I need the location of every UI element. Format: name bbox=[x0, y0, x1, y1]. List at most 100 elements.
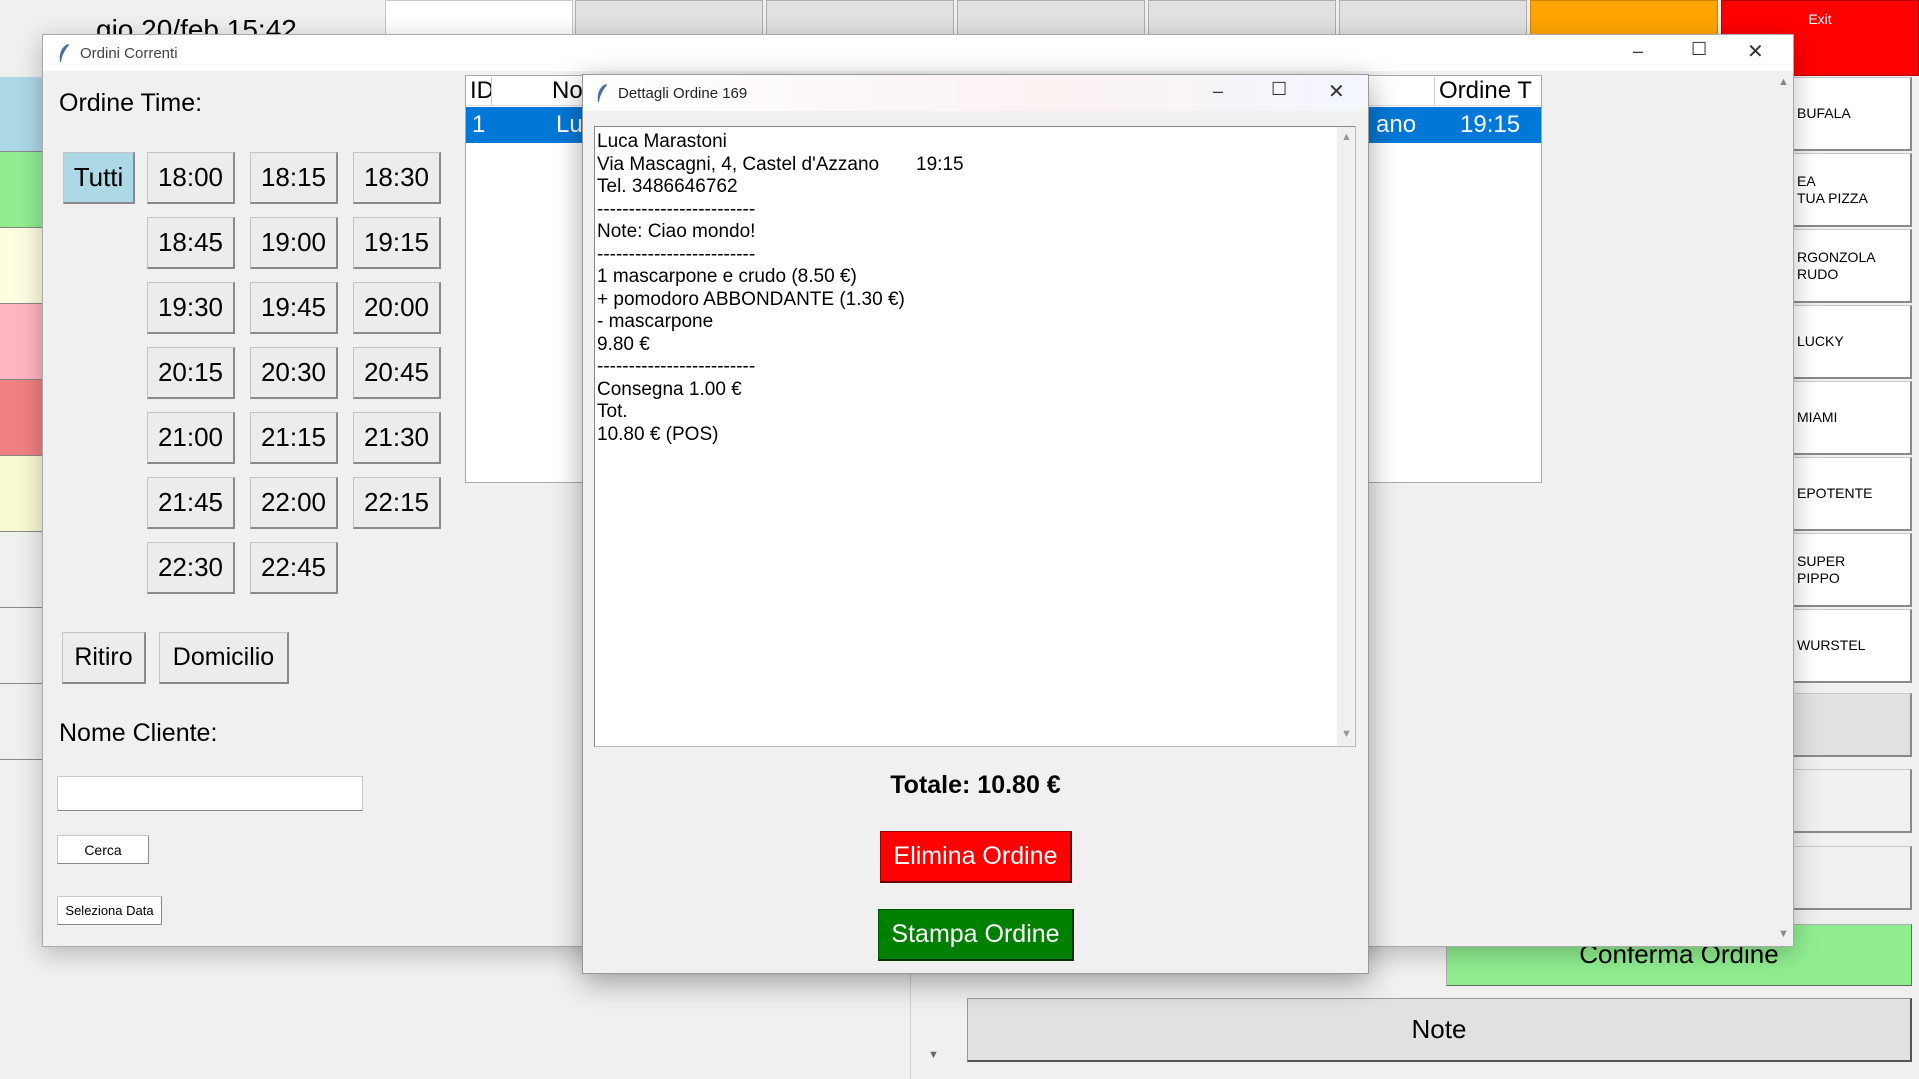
top-tab-6[interactable] bbox=[1339, 0, 1527, 36]
pizza-button-11[interactable] bbox=[1792, 846, 1912, 910]
time-button-tutti[interactable]: Tutti bbox=[63, 152, 135, 204]
time-button-1845[interactable]: 18:45 bbox=[147, 217, 235, 269]
top-tab-2[interactable] bbox=[575, 0, 763, 36]
time-button-2000[interactable]: 20:00 bbox=[353, 282, 441, 334]
order-details-text[interactable]: Luca Marastoni Via Mascagni, 4, Castel d… bbox=[594, 126, 1356, 747]
detail-item: 1 mascarpone e crudo (8.50 €) bbox=[597, 266, 857, 287]
details-scroll-up[interactable]: ▲ bbox=[1341, 131, 1352, 143]
top-tab-1[interactable] bbox=[385, 0, 573, 36]
orders-window-titlebar[interactable]: Ordini Correnti bbox=[43, 35, 1793, 71]
cerca-button[interactable]: Cerca bbox=[57, 835, 149, 864]
time-button-1900[interactable]: 19:00 bbox=[250, 217, 338, 269]
cerca-label: Cerca bbox=[84, 841, 122, 858]
pizza-button-9[interactable] bbox=[1792, 693, 1912, 757]
pizza-button-1[interactable]: BUFALA bbox=[1792, 77, 1912, 151]
orders-window-title: Ordini Correnti bbox=[80, 44, 178, 62]
time-button-2130[interactable]: 21:30 bbox=[353, 412, 441, 464]
row-time: 19:15 bbox=[1460, 111, 1521, 138]
time-button-2230[interactable]: 22:30 bbox=[147, 542, 235, 594]
time-button-2100[interactable]: 21:00 bbox=[147, 412, 235, 464]
orders-scroll-up[interactable]: ▲ bbox=[1778, 76, 1789, 88]
category-strip-8[interactable] bbox=[0, 608, 43, 684]
print-order-button[interactable]: Stampa Ordine bbox=[878, 909, 1074, 961]
category-strip-green[interactable] bbox=[0, 152, 43, 228]
orders-minimize-button[interactable]: – bbox=[1633, 41, 1643, 62]
ritiro-button[interactable]: Ritiro bbox=[62, 632, 146, 684]
note-button[interactable]: Note bbox=[967, 998, 1912, 1062]
top-tab-4[interactable] bbox=[957, 0, 1145, 36]
time-button-1800[interactable]: 18:00 bbox=[147, 152, 235, 204]
top-tab-orange[interactable] bbox=[1530, 0, 1718, 36]
nome-cliente-label: Nome Cliente: bbox=[59, 719, 218, 747]
detail-item-addition: + pomodoro ABBONDANTE (1.30 €) bbox=[597, 288, 905, 310]
header-nome[interactable]: No bbox=[552, 77, 583, 105]
pizza-button-2[interactable]: EA TUA PIZZA bbox=[1792, 153, 1912, 227]
details-minimize-button[interactable]: – bbox=[1213, 81, 1223, 102]
pizza-button-6[interactable]: EPOTENTE bbox=[1792, 457, 1912, 531]
detail-separator: ------------------------- bbox=[597, 356, 756, 377]
category-strip-cream[interactable] bbox=[0, 228, 43, 304]
detail-tot-label: Tot. bbox=[597, 401, 628, 422]
feather-icon bbox=[597, 84, 607, 102]
time-button-1945[interactable]: 19:45 bbox=[250, 282, 338, 334]
category-strip-yellow[interactable] bbox=[0, 456, 43, 532]
time-button-1930[interactable]: 19:30 bbox=[147, 282, 235, 334]
time-button-2015[interactable]: 20:15 bbox=[147, 347, 235, 399]
note-label: Note bbox=[1411, 1014, 1467, 1044]
category-strip-blue[interactable] bbox=[0, 77, 43, 152]
header-id[interactable]: ID bbox=[470, 77, 492, 105]
time-button-2030[interactable]: 20:30 bbox=[250, 347, 338, 399]
row-nome: Lu bbox=[556, 111, 583, 138]
details-window-titlebar[interactable]: Dettagli Ordine 169 bbox=[583, 75, 1368, 111]
pizza-button-8[interactable]: WURSTEL bbox=[1792, 609, 1912, 683]
pizza-button-3[interactable]: RGONZOLA RUDO bbox=[1792, 229, 1912, 303]
detail-customer-name: Luca Marastoni bbox=[597, 131, 727, 152]
pizza-button-5[interactable]: MIAMI bbox=[1792, 381, 1912, 455]
time-button-2200[interactable]: 22:00 bbox=[250, 477, 338, 529]
details-window: Dettagli Ordine 169 – ☐ ✕ Luca Marastoni… bbox=[582, 74, 1369, 974]
details-scroll-down[interactable]: ▼ bbox=[1341, 728, 1352, 740]
print-order-label: Stampa Ordine bbox=[891, 920, 1060, 948]
detail-tot-value: 10.80 € (POS) bbox=[597, 423, 719, 445]
pizza-button-7[interactable]: SUPER PIPPO bbox=[1792, 533, 1912, 607]
category-strip-9[interactable] bbox=[0, 684, 43, 760]
orders-scroll-down[interactable]: ▼ bbox=[1778, 928, 1789, 940]
orders-maximize-button[interactable]: ☐ bbox=[1691, 39, 1707, 60]
detail-separator: ------------------------- bbox=[597, 198, 756, 220]
row-id: 1 bbox=[472, 111, 486, 138]
main-scroll-arrow-down[interactable]: ▼ bbox=[928, 1049, 939, 1061]
details-scrollbar[interactable]: ▲ ▼ bbox=[1337, 127, 1355, 746]
datetime-label: gio 20/feb 15:42 bbox=[96, 16, 297, 34]
category-strip-red[interactable] bbox=[0, 380, 43, 456]
time-button-1915[interactable]: 19:15 bbox=[353, 217, 441, 269]
details-maximize-button[interactable]: ☐ bbox=[1271, 79, 1287, 100]
nome-cliente-input[interactable] bbox=[57, 776, 363, 811]
pizza-button-4[interactable]: LUCKY bbox=[1792, 305, 1912, 379]
detail-separator: ------------------------- bbox=[597, 243, 756, 265]
top-tab-5[interactable] bbox=[1148, 0, 1336, 36]
time-button-2215[interactable]: 22:15 bbox=[353, 477, 441, 529]
detail-item-removal: - mascarpone bbox=[597, 311, 714, 332]
time-button-2045[interactable]: 20:45 bbox=[353, 347, 441, 399]
top-tab-bar: Exit bbox=[385, 0, 1919, 76]
seleziona-data-label: Seleziona Data bbox=[65, 903, 154, 918]
time-button-1830[interactable]: 18:30 bbox=[353, 152, 441, 204]
top-tab-3[interactable] bbox=[766, 0, 954, 36]
time-button-1815[interactable]: 18:15 bbox=[250, 152, 338, 204]
time-button-2115[interactable]: 21:15 bbox=[250, 412, 338, 464]
pizza-button-10[interactable] bbox=[1792, 769, 1912, 833]
time-button-2145[interactable]: 21:45 bbox=[147, 477, 235, 529]
detail-address: Via Mascagni, 4, Castel d'Azzano 19:15 bbox=[597, 153, 964, 175]
order-time-label: Ordine Time: bbox=[59, 89, 203, 117]
seleziona-data-button[interactable]: Seleziona Data bbox=[57, 896, 162, 925]
category-strip-pink[interactable] bbox=[0, 304, 43, 380]
header-ordine-time[interactable]: Ordine T bbox=[1434, 77, 1538, 105]
domicilio-button[interactable]: Domicilio bbox=[159, 632, 289, 684]
delete-order-button[interactable]: Elimina Ordine bbox=[880, 831, 1072, 883]
category-strip-7[interactable] bbox=[0, 532, 43, 608]
orders-close-button[interactable]: ✕ bbox=[1747, 39, 1764, 64]
delete-order-label: Elimina Ordine bbox=[893, 842, 1058, 870]
details-close-button[interactable]: ✕ bbox=[1328, 79, 1345, 104]
feather-icon bbox=[59, 44, 69, 62]
time-button-2245[interactable]: 22:45 bbox=[250, 542, 338, 594]
